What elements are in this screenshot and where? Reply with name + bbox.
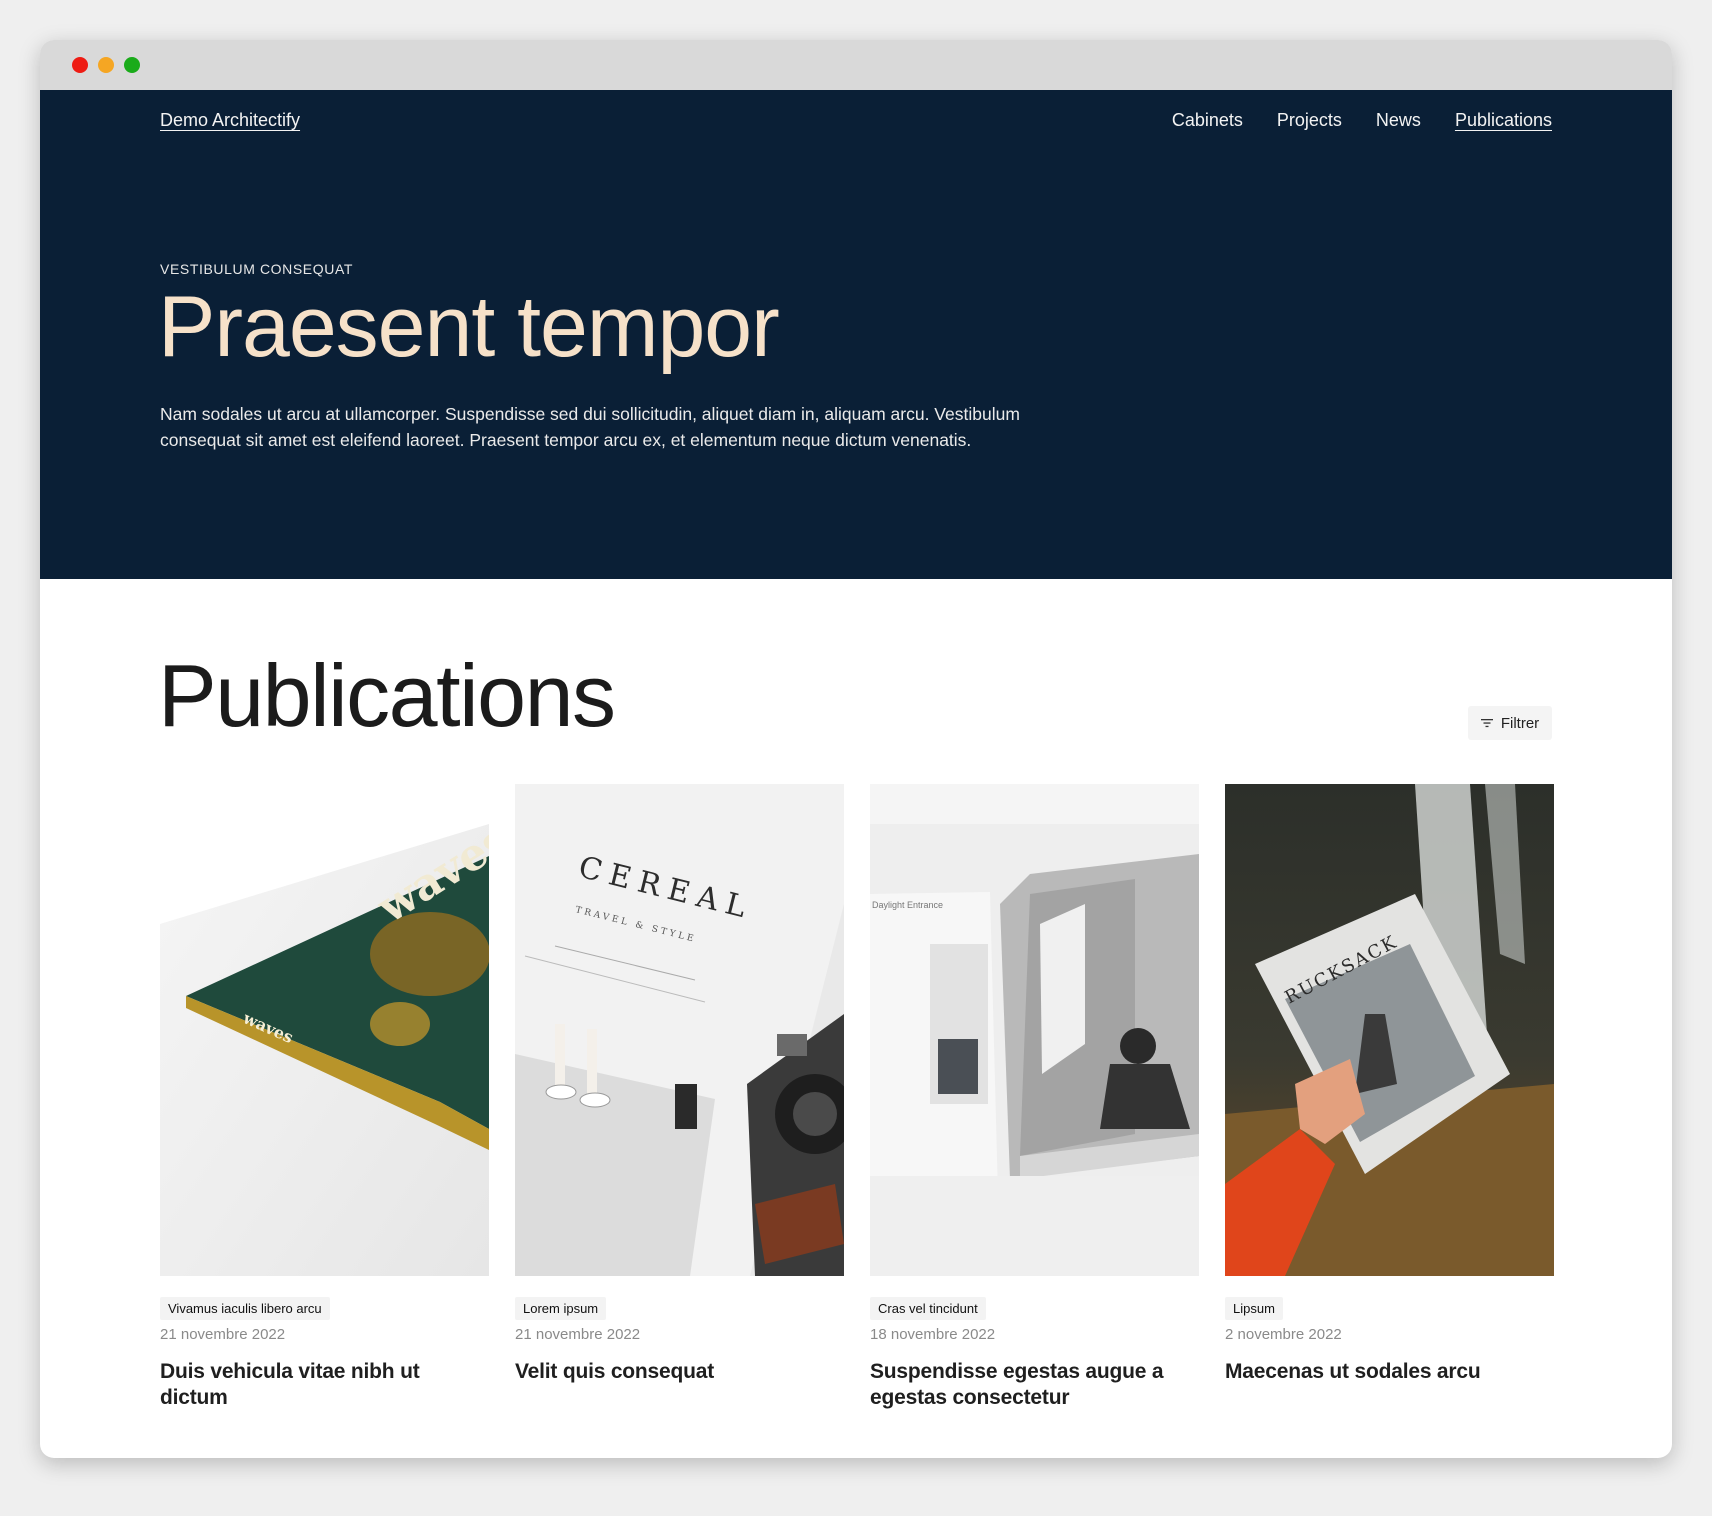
nav-link-publications[interactable]: Publications: [1455, 110, 1552, 131]
nav-link-news[interactable]: News: [1376, 110, 1421, 131]
card-tag[interactable]: Vivamus iaculis libero arcu: [160, 1297, 330, 1320]
rucksack-magazine-waterfall-photo[interactable]: RUCKSACK: [1225, 784, 1554, 1276]
hero-description: Nam sodales ut arcu at ullamcorper. Susp…: [160, 404, 1020, 450]
card-date: 2 novembre 2022: [1225, 1326, 1342, 1343]
magazine-cereal-camera-photo[interactable]: CEREAL TRAVEL & STYLE: [515, 784, 844, 1276]
page-title: Publications: [158, 646, 616, 745]
publication-card[interactable]: Daylight Entrance Cras vel tincidunt 18 …: [870, 784, 1199, 1411]
publication-card[interactable]: RUCKSACK Lipsum 2 novembre 2022 Maecenas…: [1225, 784, 1554, 1411]
card-title[interactable]: Suspendisse egestas augue a egestas cons…: [870, 1359, 1199, 1411]
card-title[interactable]: Maecenas ut sodales arcu: [1225, 1359, 1554, 1385]
magazine-waves-photo[interactable]: waves waves: [160, 784, 489, 1276]
filter-label: Filtrer: [1500, 714, 1540, 732]
card-title[interactable]: Velit quis consequat: [515, 1359, 844, 1385]
nav-link-projects[interactable]: Projects: [1277, 110, 1342, 131]
card-tag[interactable]: Lorem ipsum: [515, 1297, 607, 1320]
window-titlebar: [40, 40, 1672, 90]
card-tag[interactable]: Lipsum: [1225, 1297, 1283, 1320]
hero-eyebrow: VESTIBULUM CONSEQUAT: [160, 261, 353, 277]
filter-icon: [1480, 719, 1493, 728]
publications-section: Publications Filtrer waves waves Vivamus…: [40, 579, 1672, 1458]
svg-text:Daylight Entrance: Daylight Entrance: [872, 900, 943, 910]
publication-card[interactable]: waves waves Vivamus iaculis libero arcu …: [160, 784, 489, 1411]
hero-section: Demo Architectify Cabinets Projects News…: [40, 90, 1672, 579]
nav-link-cabinets[interactable]: Cabinets: [1172, 110, 1243, 131]
publication-card[interactable]: CEREAL TRAVEL & STYLE Lorem ipsum 21 nov…: [515, 784, 844, 1411]
card-date: 21 novembre 2022: [515, 1326, 641, 1343]
card-date: 21 novembre 2022: [160, 1326, 286, 1343]
close-window-button[interactable]: [72, 57, 88, 73]
filter-button[interactable]: Filtrer: [1468, 706, 1552, 740]
brand-link[interactable]: Demo Architectify: [160, 110, 300, 131]
maximize-window-button[interactable]: [124, 57, 140, 73]
card-title[interactable]: Duis vehicula vitae nibh ut dictum: [160, 1359, 489, 1411]
card-tag[interactable]: Cras vel tincidunt: [870, 1297, 986, 1320]
publications-grid: waves waves Vivamus iaculis libero arcu …: [160, 784, 1554, 1411]
main-nav: Cabinets Projects News Publications: [1172, 110, 1552, 131]
card-date: 18 novembre 2022: [870, 1326, 996, 1343]
open-magazine-architecture-photo[interactable]: Daylight Entrance: [870, 784, 1199, 1276]
browser-window: Demo Architectify Cabinets Projects News…: [40, 40, 1672, 1458]
minimize-window-button[interactable]: [98, 57, 114, 73]
hero-title: Praesent tempor: [158, 279, 780, 375]
